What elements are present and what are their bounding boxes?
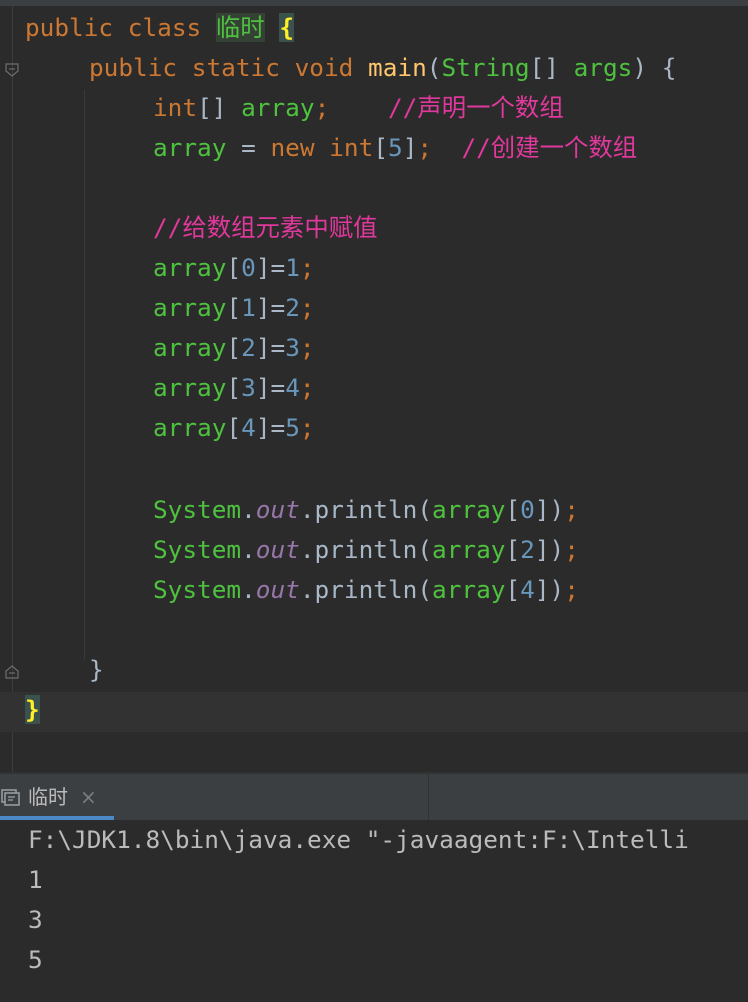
value: 4 [285,373,300,402]
brace: } [25,695,40,724]
run-tool-window-tabs: 临时 × [0,774,748,820]
code-line-declare: int[] array; //声明一个数组 [153,88,564,128]
close-icon[interactable]: × [80,774,97,820]
tab-divider [428,774,429,820]
console-output-line: 1 [28,865,43,894]
keyword: public static void [89,53,369,82]
paren-brace: ) { [632,53,677,82]
brace: } [89,655,104,684]
value: 2 [285,293,300,322]
semicolon: ; [417,133,433,162]
code-line-comment: //给数组元素中赋值 [153,208,378,248]
code-line-assignment: array[4]=5; [153,413,315,442]
run-console-output[interactable]: F:\JDK1.8\bin\java.exe "-javaagent:F:\In… [0,820,748,1002]
value: 1 [285,253,300,282]
semicolon: ; [314,93,330,122]
code-line-assignment: array[2]=3; [153,333,315,362]
comment: //创建一个数组 [461,133,638,162]
keyword: public class [25,13,216,42]
current-line-highlight [0,692,748,732]
method-name: main [368,53,427,82]
keyword: new [270,133,330,162]
variable: array [241,93,315,122]
brackets: [] [197,93,242,122]
index: 1 [241,293,256,322]
code-editor[interactable]: public class 临时 { public static void mai… [0,6,748,772]
fold-collapse-icon[interactable] [4,62,20,78]
method-call: println [314,535,418,564]
fold-end-icon[interactable] [4,664,20,680]
static-field: out [255,495,300,524]
number: 5 [388,133,403,162]
run-tab-label: 临时 [28,785,68,809]
console-command-line: F:\JDK1.8\bin\java.exe "-javaagent:F:\In… [28,825,689,854]
code-line-close-class: } [25,690,40,730]
method-call: println [314,495,418,524]
index: 0 [241,253,256,282]
variable: array [153,333,227,362]
index: 3 [241,373,256,402]
code-line-println: System.out.println(array[2]); [153,535,579,564]
console-icon [0,787,20,807]
brace: { [279,13,295,42]
class-name: 临时 [215,13,265,42]
run-tab[interactable]: 临时 × [0,774,114,820]
variable: array [153,373,227,402]
class-ref: System [153,495,242,524]
class-ref: System [153,575,242,604]
code-line-println: System.out.println(array[0]); [153,495,579,524]
variable: array [153,133,227,162]
class-ref: System [153,535,242,564]
code-line-close-method: } [89,650,104,690]
param-name: args [573,53,633,82]
code-line-assignment: array[3]=4; [153,373,315,402]
code-line-create: array = new int[5]; //创建一个数组 [153,133,638,162]
param-type: String [441,53,530,82]
variable: array [432,495,506,524]
type-keyword: int [329,133,374,162]
comment: //声明一个数组 [388,93,564,122]
brackets: [] [529,53,574,82]
static-field: out [255,535,300,564]
variable: array [153,253,227,282]
value: 5 [285,413,300,442]
static-field: out [255,575,300,604]
variable: array [153,293,227,322]
variable: array [153,413,227,442]
comment: //给数组元素中赋值 [153,213,378,242]
variable: array [432,575,506,604]
index: 2 [520,535,535,564]
method-call: println [314,575,418,604]
index: 0 [520,495,535,524]
index: 4 [241,413,256,442]
code-line-assignment: array[0]=1; [153,253,315,282]
code-line-class-declaration: public class 临时 { [25,8,295,48]
variable: array [432,535,506,564]
indent-guide [84,90,85,660]
paren: ( [426,53,442,82]
value: 3 [285,333,300,362]
gutter-divider [12,6,13,772]
index: 4 [520,575,535,604]
code-line-main-method: public static void main(String[] args) { [89,48,676,88]
console-output-line: 5 [28,945,43,974]
code-line-assignment: array[1]=2; [153,293,315,322]
index: 2 [241,333,256,362]
console-output-line: 3 [28,905,43,934]
type-keyword: int [153,93,198,122]
code-line-println: System.out.println(array[4]); [153,575,579,604]
operator: = [226,133,271,162]
